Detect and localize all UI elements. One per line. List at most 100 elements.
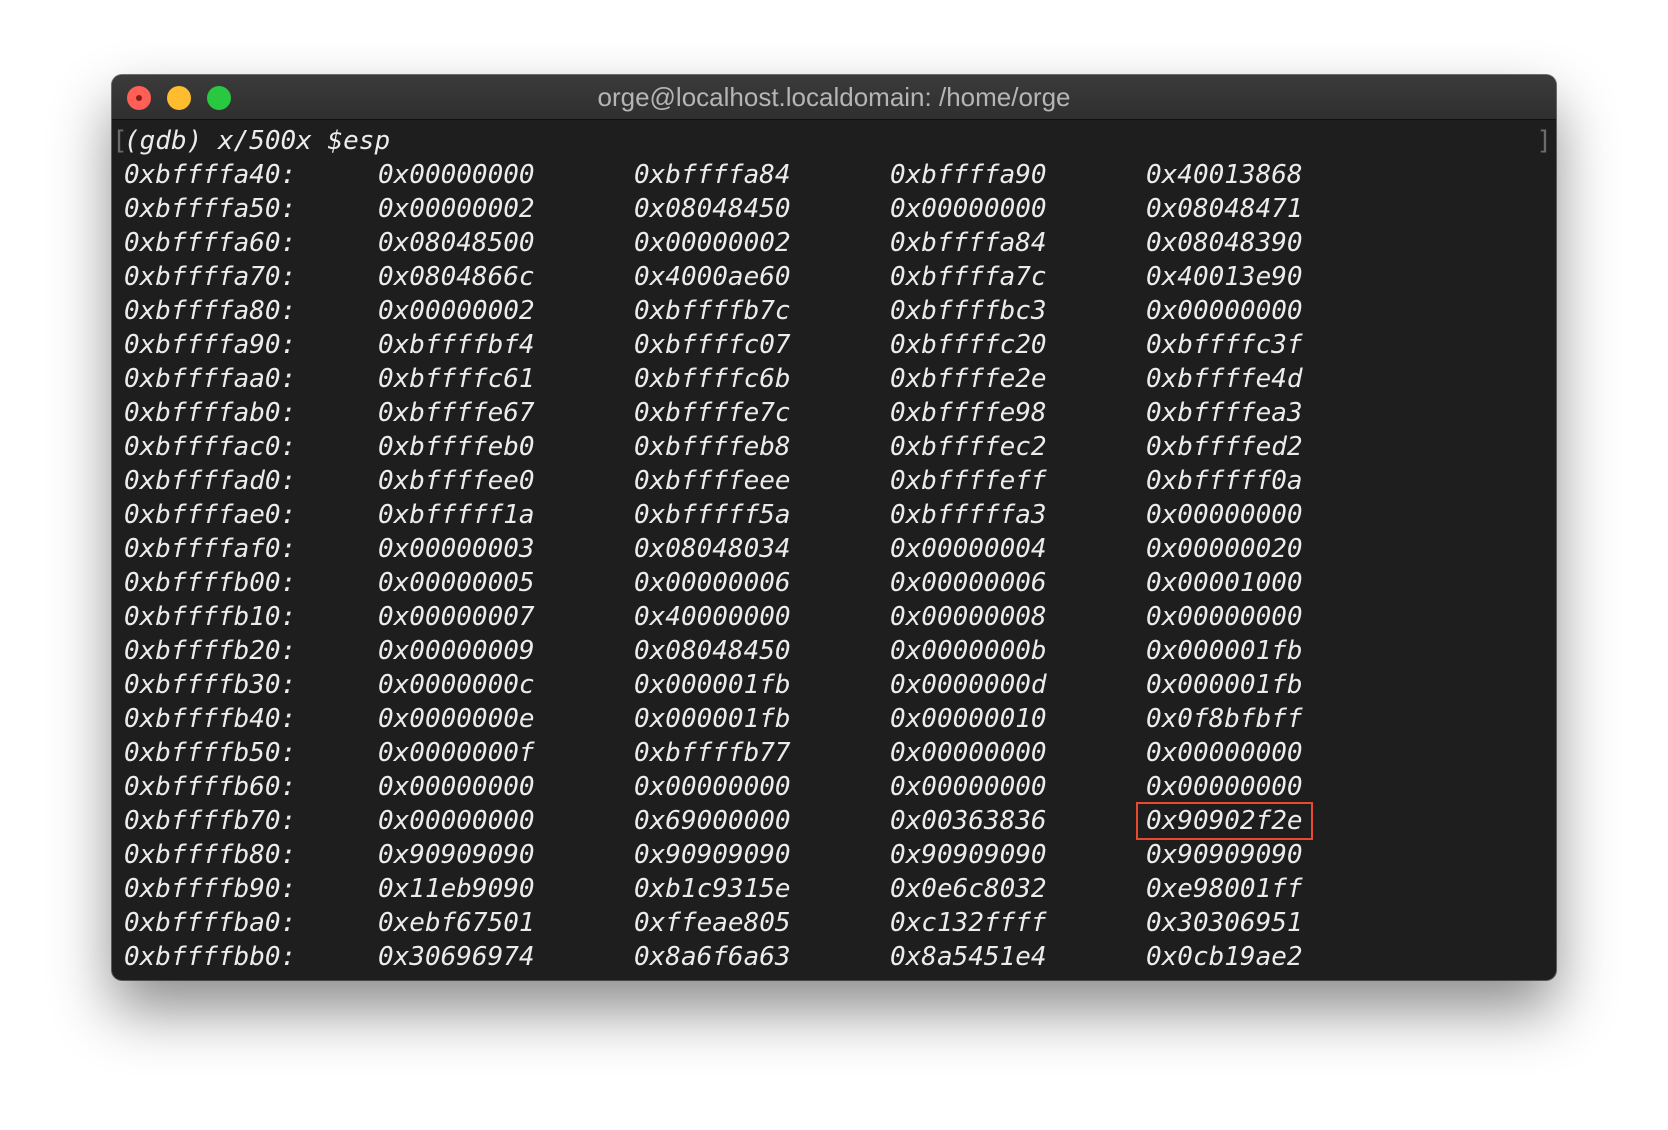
- memory-word: 0x11eb9090: [378, 874, 535, 904]
- memory-word: 0x08048450: [634, 194, 791, 224]
- memory-address: 0xbffffba0:: [124, 908, 297, 938]
- memory-word: 0xbffffec2: [890, 432, 1047, 462]
- memory-word: 0x000001fb: [1146, 636, 1303, 666]
- window-title: orge@localhost.localdomain: /home/orge: [597, 82, 1071, 112]
- memory-word: 0x90909090: [378, 840, 535, 870]
- memory-word: 0x08048471: [1146, 194, 1303, 224]
- memory-word: 0x0f8bfbff: [1146, 704, 1303, 734]
- memory-word: 0xbffffee0: [378, 466, 535, 496]
- memory-word: 0x000001fb: [634, 704, 791, 734]
- memory-word: 0x00000008: [890, 602, 1047, 632]
- memory-word: 0x90909090: [890, 840, 1047, 870]
- memory-address: 0xbffffa90:: [124, 330, 297, 360]
- title-bar: orge@localhost.localdomain: /home/orge: [112, 75, 1556, 120]
- memory-word: 0xebf67501: [378, 908, 535, 938]
- memory-word: 0xbffffeee: [634, 466, 791, 496]
- memory-word: 0x0804866c: [378, 262, 535, 292]
- memory-word: 0xbffffeb8: [634, 432, 791, 462]
- memory-word: 0xbffffa90: [890, 160, 1047, 190]
- memory-address: 0xbffffad0:: [124, 466, 297, 496]
- memory-word: 0xbffffc20: [890, 330, 1047, 360]
- memory-word: 0x00000009: [378, 636, 535, 666]
- memory-address: 0xbffffaf0:: [124, 534, 297, 564]
- memory-word: 0xbffffe7c: [634, 398, 791, 428]
- memory-word: 0x30306951: [1146, 908, 1303, 938]
- terminal-window: orge@localhost.localdomain: /home/orge […: [112, 75, 1556, 980]
- memory-word: 0x00000000: [378, 160, 535, 190]
- memory-word: 0x00000003: [378, 534, 535, 564]
- memory-word: 0x00000000: [1146, 772, 1303, 802]
- memory-word: 0xbffffeb0: [378, 432, 535, 462]
- memory-word: 0x69000000: [634, 806, 791, 836]
- line-mark-right: ]: [1536, 126, 1552, 156]
- memory-word: 0xbffffc61: [378, 364, 535, 394]
- memory-word: 0xbffffa84: [890, 228, 1047, 258]
- terminal-output[interactable]: [ (gdb) x/500x $esp ] 0xbffffa40: 0x00000…: [112, 120, 1556, 980]
- memory-word: 0x00000000: [890, 738, 1047, 768]
- memory-address: 0xbffffb20:: [124, 636, 297, 666]
- memory-word: 0xbffffb77: [634, 738, 791, 768]
- memory-address: 0xbffffa40:: [124, 160, 297, 190]
- memory-address: 0xbffffb90:: [124, 874, 297, 904]
- memory-word: 0x4000ae60: [634, 262, 791, 292]
- memory-word: 0xbffffed2: [1146, 432, 1303, 462]
- memory-address: 0xbffffb40:: [124, 704, 297, 734]
- memory-word: 0xbffffa84: [634, 160, 791, 190]
- memory-word: 0x00000002: [378, 296, 535, 326]
- memory-word: 0x40013e90: [1146, 262, 1303, 292]
- memory-word: 0x00000000: [1146, 738, 1303, 768]
- memory-word: 0x40013868: [1146, 160, 1303, 190]
- memory-address: 0xbffffae0:: [124, 500, 297, 530]
- memory-word: 0x08048034: [634, 534, 791, 564]
- memory-word: 0x8a6f6a63: [634, 942, 791, 972]
- memory-word: 0xbffffe98: [890, 398, 1047, 428]
- memory-word: 0xbffffc6b: [634, 364, 791, 394]
- memory-word: 0x0000000f: [378, 738, 535, 768]
- memory-word: 0xbfffff1a: [378, 500, 535, 530]
- memory-word: 0xbfffffa3: [890, 500, 1047, 530]
- memory-word-highlighted: 0x90902f2e: [1136, 802, 1313, 840]
- memory-word: 0xbffffea3: [1146, 398, 1303, 428]
- memory-address: 0xbffffa80:: [124, 296, 297, 326]
- memory-address: 0xbffffac0:: [124, 432, 297, 462]
- memory-word: 0xbffffb7c: [634, 296, 791, 326]
- memory-word: 0x0000000c: [378, 670, 535, 700]
- memory-word: 0x0cb19ae2: [1146, 942, 1303, 972]
- memory-address: 0xbffffa70:: [124, 262, 297, 292]
- memory-word: 0x00000000: [1146, 296, 1303, 326]
- gdb-command-line: (gdb) x/500x $esp: [124, 126, 391, 156]
- memory-address: 0xbffffa60:: [124, 228, 297, 258]
- memory-word: 0xe98001ff: [1146, 874, 1303, 904]
- memory-word: 0xbfffff5a: [634, 500, 791, 530]
- memory-word: 0xbffffc3f: [1146, 330, 1303, 360]
- memory-word: 0x00001000: [1146, 568, 1303, 598]
- memory-word: 0x00000002: [378, 194, 535, 224]
- memory-word: 0x00000004: [890, 534, 1047, 564]
- memory-word: 0xbffffbc3: [890, 296, 1047, 326]
- memory-word: 0x000001fb: [634, 670, 791, 700]
- memory-word: 0xffeae805: [634, 908, 791, 938]
- memory-word: 0x0000000b: [890, 636, 1047, 666]
- memory-word: 0x0000000e: [378, 704, 535, 734]
- memory-word: 0x00000010: [890, 704, 1047, 734]
- memory-word: 0xbffffa7c: [890, 262, 1047, 292]
- memory-word: 0x00000000: [890, 194, 1047, 224]
- memory-address: 0xbffffb80:: [124, 840, 297, 870]
- memory-word: 0x40000000: [634, 602, 791, 632]
- memory-word: 0x08048500: [378, 228, 535, 258]
- memory-word: 0x00000000: [378, 806, 535, 836]
- memory-word: 0x90909090: [634, 840, 791, 870]
- memory-word: 0x00000000: [1146, 602, 1303, 632]
- memory-word: 0xbffffe4d: [1146, 364, 1303, 394]
- memory-address: 0xbffffb10:: [124, 602, 297, 632]
- memory-word: 0x00000005: [378, 568, 535, 598]
- memory-word: 0x30696974: [378, 942, 535, 972]
- memory-word: 0xbfffff0a: [1146, 466, 1303, 496]
- memory-word: 0x8a5451e4: [890, 942, 1047, 972]
- memory-word: 0x90909090: [1146, 840, 1303, 870]
- memory-word: 0x0000000d: [890, 670, 1047, 700]
- memory-word: 0x000001fb: [1146, 670, 1303, 700]
- memory-address: 0xbffffaa0:: [124, 364, 297, 394]
- memory-word: 0x00000000: [890, 772, 1047, 802]
- memory-word: 0x00000006: [890, 568, 1047, 598]
